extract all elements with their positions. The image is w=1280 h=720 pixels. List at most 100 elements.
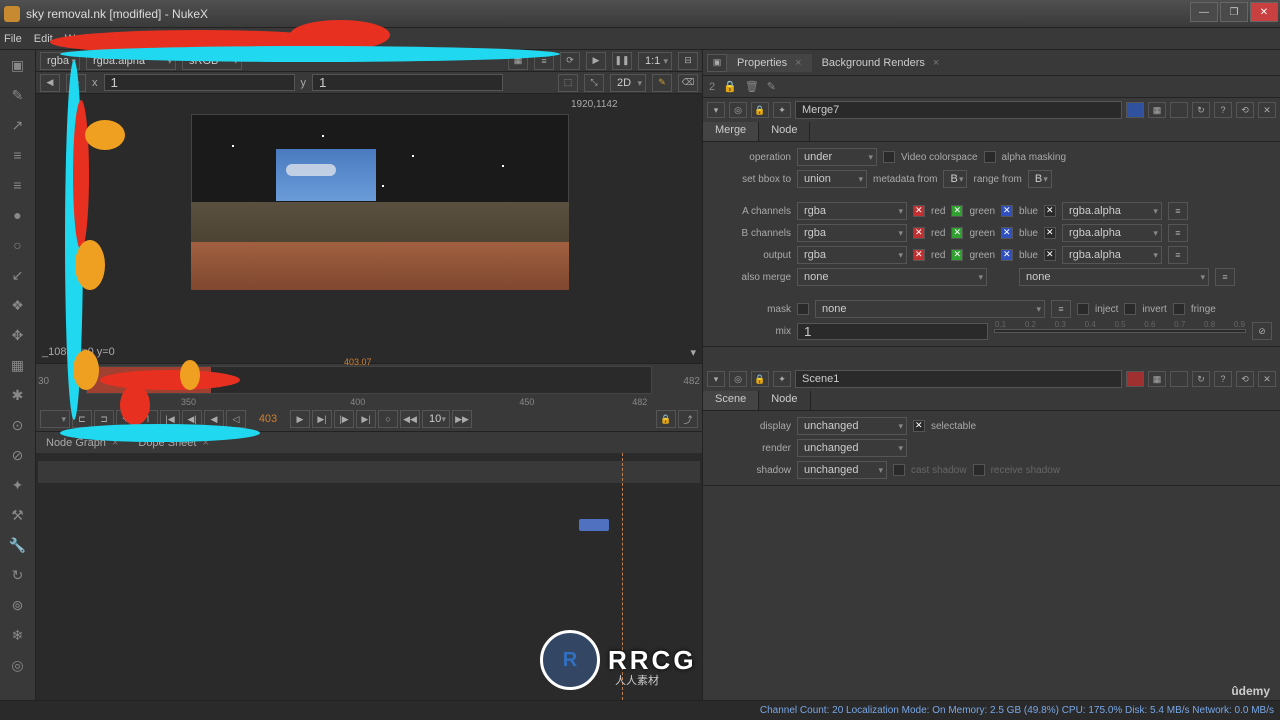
tab-merge[interactable]: Merge <box>703 122 759 141</box>
cb-bch-b[interactable] <box>1001 227 1013 239</box>
lock-icon[interactable]: 🔒 <box>656 410 676 428</box>
step-back2-icon[interactable]: ◀| <box>182 410 202 428</box>
eraser-icon[interactable]: ⌫ <box>678 74 698 92</box>
wand-icon[interactable]: ✦ <box>773 102 791 118</box>
cb-bch-a[interactable] <box>1044 227 1056 239</box>
mask-dd[interactable]: none <box>815 300 1045 318</box>
close-node-icon2[interactable]: ✕ <box>1258 371 1276 387</box>
lock-icon3[interactable]: 🔒 <box>751 102 769 118</box>
ach-extra-icon[interactable]: ≡ <box>1168 202 1188 220</box>
tool-17[interactable]: 🔧 <box>7 534 29 556</box>
tool-12[interactable]: ✱ <box>7 384 29 406</box>
viewer-channel-dd[interactable]: rgba.alpha <box>86 52 176 70</box>
goto-first-icon[interactable]: |◀ <box>160 410 180 428</box>
in-point-icon[interactable]: ⊏ <box>72 410 92 428</box>
cb-cast[interactable] <box>893 464 905 476</box>
pencil-icon[interactable]: ✎ <box>652 74 672 92</box>
tab-properties[interactable]: Properties× <box>727 54 812 72</box>
tool-19[interactable]: ⊚ <box>7 594 29 616</box>
also-dd[interactable]: none <box>797 268 987 286</box>
revert-icon[interactable]: ⟲ <box>1236 102 1254 118</box>
tool-02[interactable]: ✎ <box>7 84 29 106</box>
step-fwd-icon[interactable]: |▶ <box>334 410 354 428</box>
reload-icon[interactable]: ⟳ <box>560 52 580 70</box>
tool-07[interactable]: ○ <box>7 234 29 256</box>
lock-icon2[interactable]: 🔒 <box>723 80 737 93</box>
operation-dd[interactable]: under <box>797 148 877 166</box>
tool-13[interactable]: ⊙ <box>7 414 29 436</box>
playmode-dd[interactable] <box>40 410 70 428</box>
lock-icon4[interactable]: 🔒 <box>751 371 769 387</box>
out-dd[interactable]: rgba <box>797 246 907 264</box>
cb-out-b[interactable] <box>1001 249 1013 261</box>
menu-edit[interactable]: Edit <box>34 33 53 45</box>
maximize-button[interactable]: ❐ <box>1220 2 1248 22</box>
mix-input[interactable] <box>797 323 988 340</box>
viewer-colorspace-dd[interactable]: sRGB <box>182 52 242 70</box>
keyframe-handle[interactable] <box>579 519 609 531</box>
tool-14[interactable]: ⊘ <box>7 444 29 466</box>
ach-alpha-dd[interactable]: rgba.alpha <box>1062 202 1162 220</box>
tool-03[interactable]: ↗ <box>7 114 29 136</box>
tool-15[interactable]: ✦ <box>7 474 29 496</box>
cb-fringe[interactable] <box>1173 303 1185 315</box>
tool-18[interactable]: ↻ <box>7 564 29 586</box>
tool-08[interactable]: ↙ <box>7 264 29 286</box>
tool-16[interactable]: ⚒ <box>7 504 29 526</box>
loop-icon[interactable]: ○ <box>378 410 398 428</box>
goto-last-icon[interactable]: ▶| <box>356 410 376 428</box>
shadow-dd[interactable]: unchanged <box>797 461 887 479</box>
y-input[interactable] <box>312 74 503 91</box>
help-icon2[interactable]: ? <box>1214 371 1232 387</box>
center-icon[interactable]: ◎ <box>729 102 747 118</box>
close-button[interactable]: ✕ <box>1250 2 1278 22</box>
i-icon[interactable]: I <box>138 410 158 428</box>
ach-dd[interactable]: rgba <box>797 202 907 220</box>
cb-inject[interactable] <box>1077 303 1089 315</box>
bch-dd[interactable]: rgba <box>797 224 907 242</box>
cb-selectable[interactable] <box>913 420 925 432</box>
cb-mask[interactable] <box>797 303 809 315</box>
center-icon2[interactable]: ◎ <box>729 371 747 387</box>
cb-out-r[interactable] <box>913 249 925 261</box>
viewer-canvas[interactable]: 1920,1142 <box>36 94 702 341</box>
menu-workspace[interactable]: Workspace <box>65 33 120 45</box>
sq7-icon[interactable] <box>1170 371 1188 387</box>
tab-node-merge[interactable]: Node <box>759 122 810 141</box>
render-dd[interactable]: unchanged <box>797 439 907 457</box>
bch-extra-icon[interactable]: ≡ <box>1168 224 1188 242</box>
viewer-rgba-dd[interactable]: rgba <box>40 52 80 70</box>
bch-alpha-dd[interactable]: rgba.alpha <box>1062 224 1162 242</box>
tool-06[interactable]: ● <box>7 204 29 226</box>
cb-alphamask[interactable] <box>984 151 996 163</box>
sq5-icon[interactable] <box>1126 371 1144 387</box>
cb-out-a[interactable] <box>1044 249 1056 261</box>
fwd-icon[interactable]: ▶ <box>586 52 606 70</box>
menu-viewer[interactable]: Viewer <box>132 33 165 45</box>
cb-videocs[interactable] <box>883 151 895 163</box>
sq6-icon[interactable]: ▦ <box>1148 371 1166 387</box>
cb-out-g[interactable] <box>951 249 963 261</box>
pause-icon[interactable]: ❚❚ <box>612 52 632 70</box>
node-name[interactable]: Merge7 <box>795 101 1122 119</box>
list-icon[interactable]: ≡ <box>534 52 554 70</box>
mix-slider[interactable]: 0.10.20.30.40.50.60.70.80.9 <box>994 329 1246 333</box>
also2-dd[interactable]: none <box>1019 268 1209 286</box>
wipe-icon[interactable]: ⤡ <box>584 74 604 92</box>
revert-icon2[interactable]: ⟲ <box>1236 371 1254 387</box>
mask-extra-icon[interactable]: ≡ <box>1051 300 1071 318</box>
mix-anim-icon[interactable]: ⊘ <box>1252 322 1272 340</box>
tool-20[interactable]: ❄ <box>7 624 29 646</box>
bbox-dd[interactable]: union <box>797 170 867 188</box>
tab-bgrenders[interactable]: Background Renders× <box>812 54 950 72</box>
menu-cache[interactable]: Cache <box>225 33 257 45</box>
range-dd[interactable]: B <box>1028 170 1052 188</box>
menu-help[interactable]: Help <box>269 33 292 45</box>
roi-icon[interactable]: ⬚ <box>558 74 578 92</box>
viewer-next[interactable]: ▶ <box>66 74 86 92</box>
dropdown-icon[interactable]: ▾ <box>690 346 696 359</box>
play-fwd-icon[interactable]: ▶| <box>312 410 332 428</box>
zoom-out-icon[interactable]: ⊟ <box>678 52 698 70</box>
collapse-icon[interactable]: ▾ <box>707 102 725 118</box>
tool-10[interactable]: ✥ <box>7 324 29 346</box>
